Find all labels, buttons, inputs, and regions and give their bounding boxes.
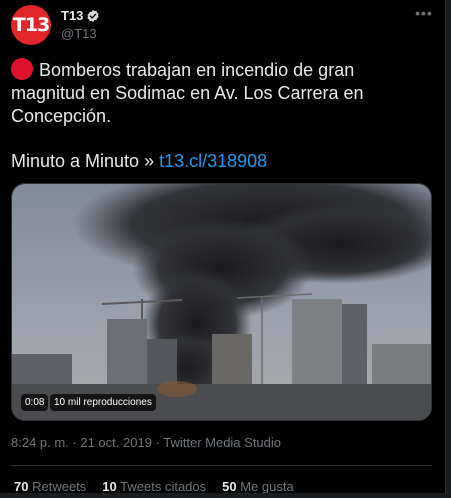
divider (11, 465, 432, 466)
video-duration-badge: 0:08 (21, 394, 49, 411)
likes-label: Me gusta (240, 479, 294, 494)
avatar-logo-text: T13 (12, 14, 50, 36)
tweet-link[interactable]: t13.cl/318908 (159, 151, 267, 171)
author-display-name[interactable]: T13 (61, 8, 83, 23)
tweet-text: Bomberos trabajan en incendio de gran ma… (11, 58, 431, 128)
more-options-icon[interactable]: ••• (414, 6, 434, 24)
tweet-body: Bomberos trabajan en incendio de gran ma… (11, 60, 364, 126)
tweet-card: T13 T13 @T13 ••• Bomberos trabajan en in… (0, 0, 445, 498)
bottom-bar (0, 493, 451, 498)
tweet-link-line: Minuto a Minuto » t13.cl/318908 (11, 150, 267, 173)
quotes-stat[interactable]: 10 Tweets citados (102, 479, 206, 494)
tweet-meta[interactable]: 8:24 p. m. · 21 oct. 2019 · Twitter Medi… (11, 435, 281, 450)
verified-badge-icon (86, 9, 100, 23)
author-handle[interactable]: @T13 (61, 26, 97, 41)
likes-stat[interactable]: 50 Me gusta (222, 479, 294, 494)
avatar[interactable]: T13 (11, 5, 51, 45)
retweets-count: 70 (14, 479, 29, 494)
quotes-count: 10 (102, 479, 117, 494)
link-prefix: Minuto a Minuto » (11, 151, 160, 171)
video-player[interactable] (11, 183, 432, 421)
live-dot-icon (11, 58, 33, 80)
quotes-label: Tweets citados (120, 479, 207, 494)
video-views-badge: 10 mil reproducciones (50, 394, 156, 411)
likes-count: 50 (222, 479, 237, 494)
retweets-stat[interactable]: 70 Retweets (14, 479, 86, 494)
window-edge (445, 0, 451, 498)
engagement-stats: 70 Retweets 10 Tweets citados 50 Me gust… (14, 479, 310, 494)
author-name-row[interactable]: T13 (61, 8, 100, 23)
retweets-label: Retweets (32, 479, 87, 494)
video-frame-image (12, 184, 431, 420)
